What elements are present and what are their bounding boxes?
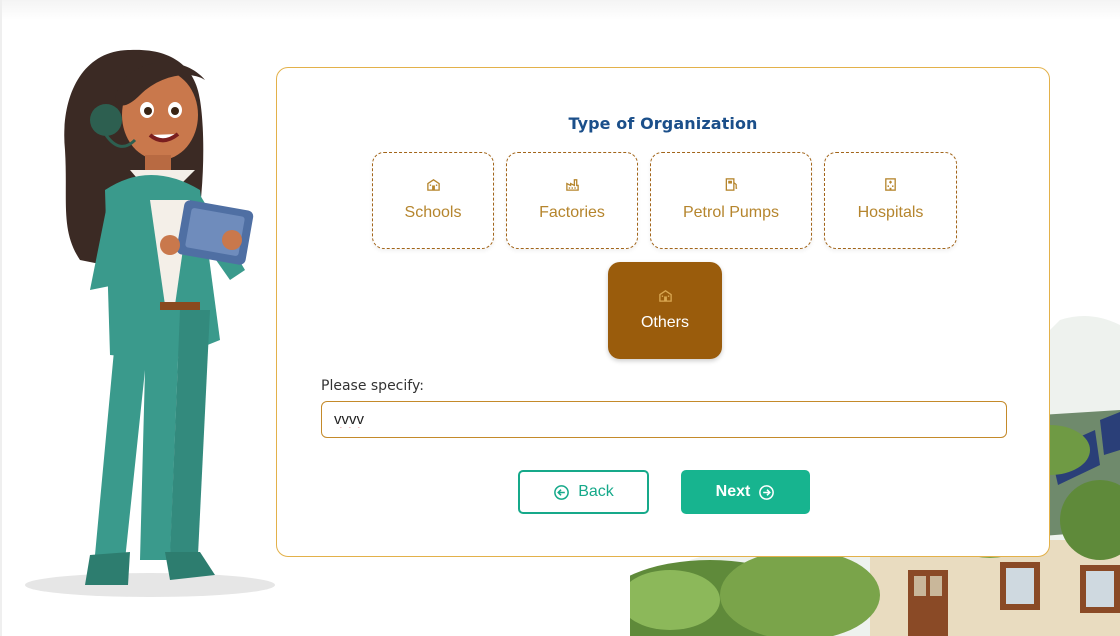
next-button[interactable]: Next (681, 470, 810, 514)
arrow-right-circle-icon (759, 484, 775, 500)
assistant-character-illustration (25, 49, 275, 597)
next-button-label: Next (715, 483, 751, 500)
building-icon (658, 290, 672, 302)
hospital-icon (885, 178, 896, 191)
option-label: Factories (539, 204, 605, 221)
left-edge (0, 0, 2, 636)
specify-input[interactable] (321, 401, 1007, 438)
arrow-left-circle-icon (554, 484, 570, 500)
option-others[interactable]: Others (608, 262, 722, 359)
page: Type of Organization Schools Factories P… (0, 0, 1120, 636)
specify-label: Please specify: (321, 378, 424, 394)
school-icon (426, 179, 440, 191)
fuel-pump-icon (725, 178, 737, 191)
organization-type-card: Type of Organization Schools Factories P… (276, 67, 1050, 557)
top-shade (0, 0, 1120, 20)
option-schools[interactable]: Schools (372, 152, 494, 249)
option-petrol-pumps[interactable]: Petrol Pumps (650, 152, 812, 249)
option-hospitals[interactable]: Hospitals (824, 152, 957, 249)
option-label: Petrol Pumps (682, 204, 780, 221)
option-label: Schools (404, 204, 462, 221)
card-title: Type of Organization (568, 114, 758, 133)
back-button[interactable]: Back (518, 470, 649, 514)
option-label: Others (640, 314, 689, 331)
factory-icon (565, 179, 579, 191)
option-label: Hospitals (857, 204, 924, 221)
option-factories[interactable]: Factories (506, 152, 638, 249)
back-button-label: Back (578, 483, 614, 500)
